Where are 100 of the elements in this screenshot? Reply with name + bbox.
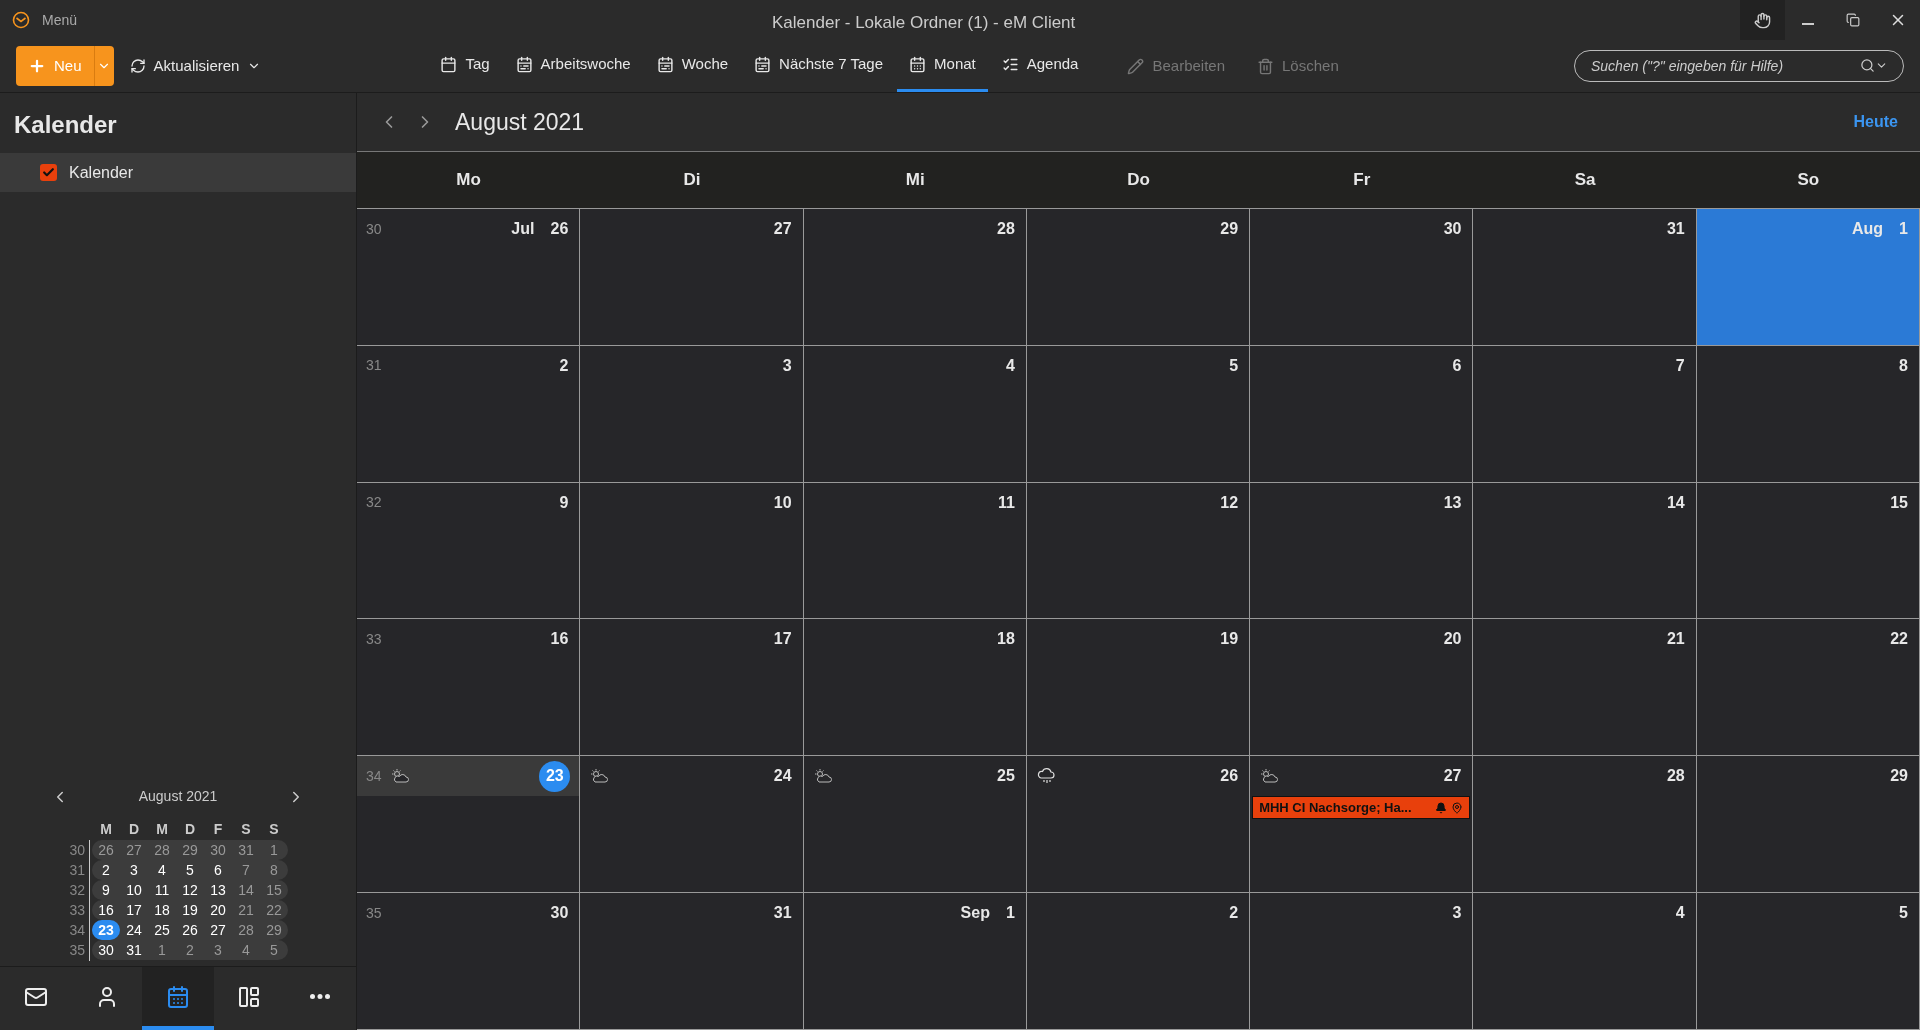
restore-icon	[1845, 13, 1860, 27]
checkbox[interactable]	[40, 164, 57, 181]
mini-calendar-day[interactable]: 3	[120, 860, 148, 880]
mini-calendar-day[interactable]: 19	[176, 900, 204, 920]
mini-calendar-day[interactable]: 11	[148, 880, 176, 900]
mini-calendar-day[interactable]: 29	[260, 920, 288, 940]
day-cell[interactable]: 31	[580, 893, 804, 1029]
mini-calendar-day[interactable]: 3	[204, 940, 232, 960]
weekday-label: S	[240, 820, 252, 839]
day-cell[interactable]: 31 2	[357, 345, 581, 482]
mini-calendar-day[interactable]: 26	[176, 920, 204, 940]
day-cell[interactable]: 30	[1250, 209, 1474, 345]
mini-calendar-day[interactable]: 30	[204, 840, 232, 860]
day-cell[interactable]: 30 Jul 26	[357, 209, 581, 345]
mini-calendar-day[interactable]: 8	[260, 860, 288, 880]
day-cell[interactable]: 29	[1026, 209, 1251, 345]
day-cell[interactable]: 19	[1026, 619, 1251, 756]
day-cell[interactable]: 27 MHH CI Nachsorge; Ha...	[1250, 756, 1474, 893]
mini-calendar-day[interactable]: 31	[120, 940, 148, 960]
refresh-button[interactable]: Aktualisieren	[129, 54, 262, 78]
view-tab[interactable]: Nächste 7 Tage	[742, 40, 896, 92]
day-cell[interactable]: 26	[1026, 756, 1251, 893]
day-cell[interactable]: 6	[1250, 345, 1474, 482]
mini-calendar-day[interactable]: 24	[120, 920, 148, 940]
mini-calendar-day[interactable]: 27	[204, 920, 232, 940]
mini-calendar-day[interactable]: 14	[232, 880, 260, 900]
day-cell[interactable]: 14	[1473, 482, 1697, 619]
mini-calendar-day[interactable]: 29	[176, 840, 204, 860]
calendar-list-item[interactable]: Kalender	[0, 153, 356, 192]
search-field[interactable]: Suchen ("?" eingeben für Hilfe)	[1574, 50, 1904, 82]
mini-calendar-day[interactable]: 1	[260, 840, 288, 860]
mini-calendar-day[interactable]: 28	[232, 920, 260, 940]
day-cell[interactable]: 5	[1026, 345, 1251, 482]
mini-calendar-day[interactable]: 22	[260, 900, 288, 920]
day-cell[interactable]: 27	[580, 209, 804, 345]
month-label: Aug	[1852, 219, 1884, 239]
mini-calendar-day[interactable]: 30	[92, 940, 120, 960]
mini-calendar-day[interactable]: 17	[120, 900, 148, 920]
mini-calendar-day[interactable]: 16	[92, 900, 120, 920]
mini-calendar-day[interactable]: 7	[232, 860, 260, 880]
day-cell[interactable]: 3	[1250, 893, 1474, 1029]
day-cell[interactable]: 17	[580, 619, 804, 756]
event-title: MHH CI Nachsorge; Ha...	[1259, 799, 1413, 818]
mini-calendar-day[interactable]: 1	[148, 940, 176, 960]
day-cell[interactable]: 4	[1473, 893, 1697, 1029]
mini-calendar-day[interactable]: 18	[148, 900, 176, 920]
mini-calendar-day[interactable]: 28	[148, 840, 176, 860]
mini-calendar-day[interactable]: 10	[120, 880, 148, 900]
day-cell[interactable]: 28	[1473, 756, 1697, 893]
mini-calendar-day[interactable]: 27	[120, 840, 148, 860]
day-cell[interactable]: 18	[803, 619, 1027, 756]
view-tab[interactable]: Arbeitswoche	[503, 40, 643, 92]
day-cell[interactable]: 35 30	[357, 893, 581, 1029]
day-cell[interactable]: 31	[1473, 209, 1697, 345]
day-cell[interactable]: 12	[1026, 482, 1251, 619]
day-cell[interactable]: Aug 1	[1696, 209, 1920, 345]
mini-calendar-day[interactable]: 25	[148, 920, 176, 940]
sun-cloud-icon	[589, 768, 610, 785]
day-cell[interactable]: 29	[1696, 756, 1920, 893]
day-cell[interactable]: 21	[1473, 619, 1697, 756]
day-cell[interactable]: 5	[1696, 893, 1920, 1029]
view-tab[interactable]: Tag	[428, 40, 502, 92]
mini-calendar-day[interactable]: 5	[260, 940, 288, 960]
mini-calendar-day[interactable]: 26	[92, 840, 120, 860]
mini-calendar-day[interactable]: 2	[176, 940, 204, 960]
day-cell[interactable]: 24	[580, 756, 804, 893]
day-cell[interactable]: 7	[1473, 345, 1697, 482]
view-tab[interactable]: Agenda	[989, 40, 1091, 92]
mini-calendar-day[interactable]: 4	[148, 860, 176, 880]
mini-calendar-day[interactable]: 2	[92, 860, 120, 880]
day-cell[interactable]: 28	[803, 209, 1027, 345]
touch-mode-button[interactable]	[1740, 0, 1785, 40]
day-cell[interactable]: 2	[1026, 893, 1251, 1029]
day-cell[interactable]: 3	[580, 345, 804, 482]
mini-calendar-day[interactable]: 9	[92, 880, 120, 900]
day-cell[interactable]: Sep 1	[803, 893, 1027, 1029]
mini-calendar-day[interactable]: 13	[204, 880, 232, 900]
day-cell[interactable]: 15	[1696, 482, 1920, 619]
day-cell[interactable]: 25	[803, 756, 1027, 893]
day-cell[interactable]: 22	[1696, 619, 1920, 756]
mini-calendar-day[interactable]: 31	[232, 840, 260, 860]
day-cell[interactable]: 13	[1250, 482, 1474, 619]
day-cell[interactable]: 10	[580, 482, 804, 619]
day-cell[interactable]: 20	[1250, 619, 1474, 756]
view-tab[interactable]: Woche	[644, 40, 741, 92]
menu-button[interactable]: Menü	[42, 9, 78, 31]
day-cell[interactable]: 32 9	[357, 482, 581, 619]
day-cell[interactable]: 33 16	[357, 619, 581, 756]
mini-calendar-day[interactable]: 20	[204, 900, 232, 920]
today-link[interactable]: Heute	[1853, 110, 1898, 134]
day-cell[interactable]: 8	[1696, 345, 1920, 482]
mini-calendar-day[interactable]: 21	[232, 900, 260, 920]
day-cell[interactable]: 11	[803, 482, 1027, 619]
mini-calendar-day[interactable]: 15	[260, 880, 288, 900]
mini-calendar-day[interactable]: 6	[204, 860, 232, 880]
event-item[interactable]: MHH CI Nachsorge; Ha...	[1252, 796, 1471, 820]
mini-calendar-day[interactable]: 4	[232, 940, 260, 960]
mini-calendar-day[interactable]: 5	[176, 860, 204, 880]
mini-calendar-day[interactable]: 12	[176, 880, 204, 900]
day-cell[interactable]: 4	[803, 345, 1027, 482]
